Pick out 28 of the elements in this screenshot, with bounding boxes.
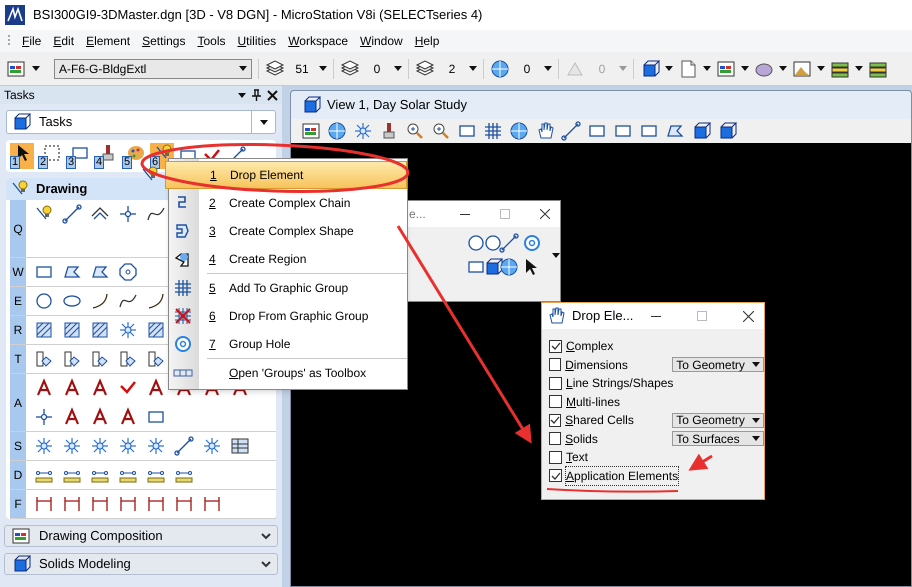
attribute-value: 0: [598, 60, 606, 78]
row-key: T: [10, 345, 26, 373]
attribute-value: 2: [448, 60, 456, 78]
attribute-value: 0: [372, 60, 382, 78]
option-label: Solids: [565, 430, 599, 448]
option-label: Multi-lines: [566, 394, 622, 411]
row-key: D: [10, 461, 26, 489]
row-key: R: [10, 316, 26, 344]
window-title: BSI300GI9-3DMaster.dgn [3D - V8 DGN] - MicroStation V8i (SELECTseries 4): [33, 6, 482, 24]
view-title: View 1, Day Solar Study: [327, 96, 467, 114]
option-label: Complex: [566, 338, 614, 356]
toolbox-title: e...: [409, 206, 426, 223]
row-key: F: [10, 490, 26, 518]
option-label: Dimensions: [565, 356, 629, 374]
row-key: E: [10, 287, 26, 315]
panel-title: Tasks: [4, 87, 35, 104]
row-key: S: [10, 432, 26, 460]
option-label: Shared Cells: [565, 412, 635, 430]
row-key: A: [10, 374, 26, 431]
attribute-value: 0: [522, 60, 532, 78]
option-label: Application Elements: [566, 466, 678, 485]
row-key: W: [10, 258, 26, 286]
attribute-value: 51: [294, 60, 310, 78]
dialog-title: Drop Ele...: [572, 307, 634, 326]
option-label: Line Strings/Shapes: [566, 375, 674, 392]
row-key: Q: [10, 200, 26, 257]
option-label: Text: [566, 449, 590, 466]
section-title: Drawing: [36, 180, 88, 198]
